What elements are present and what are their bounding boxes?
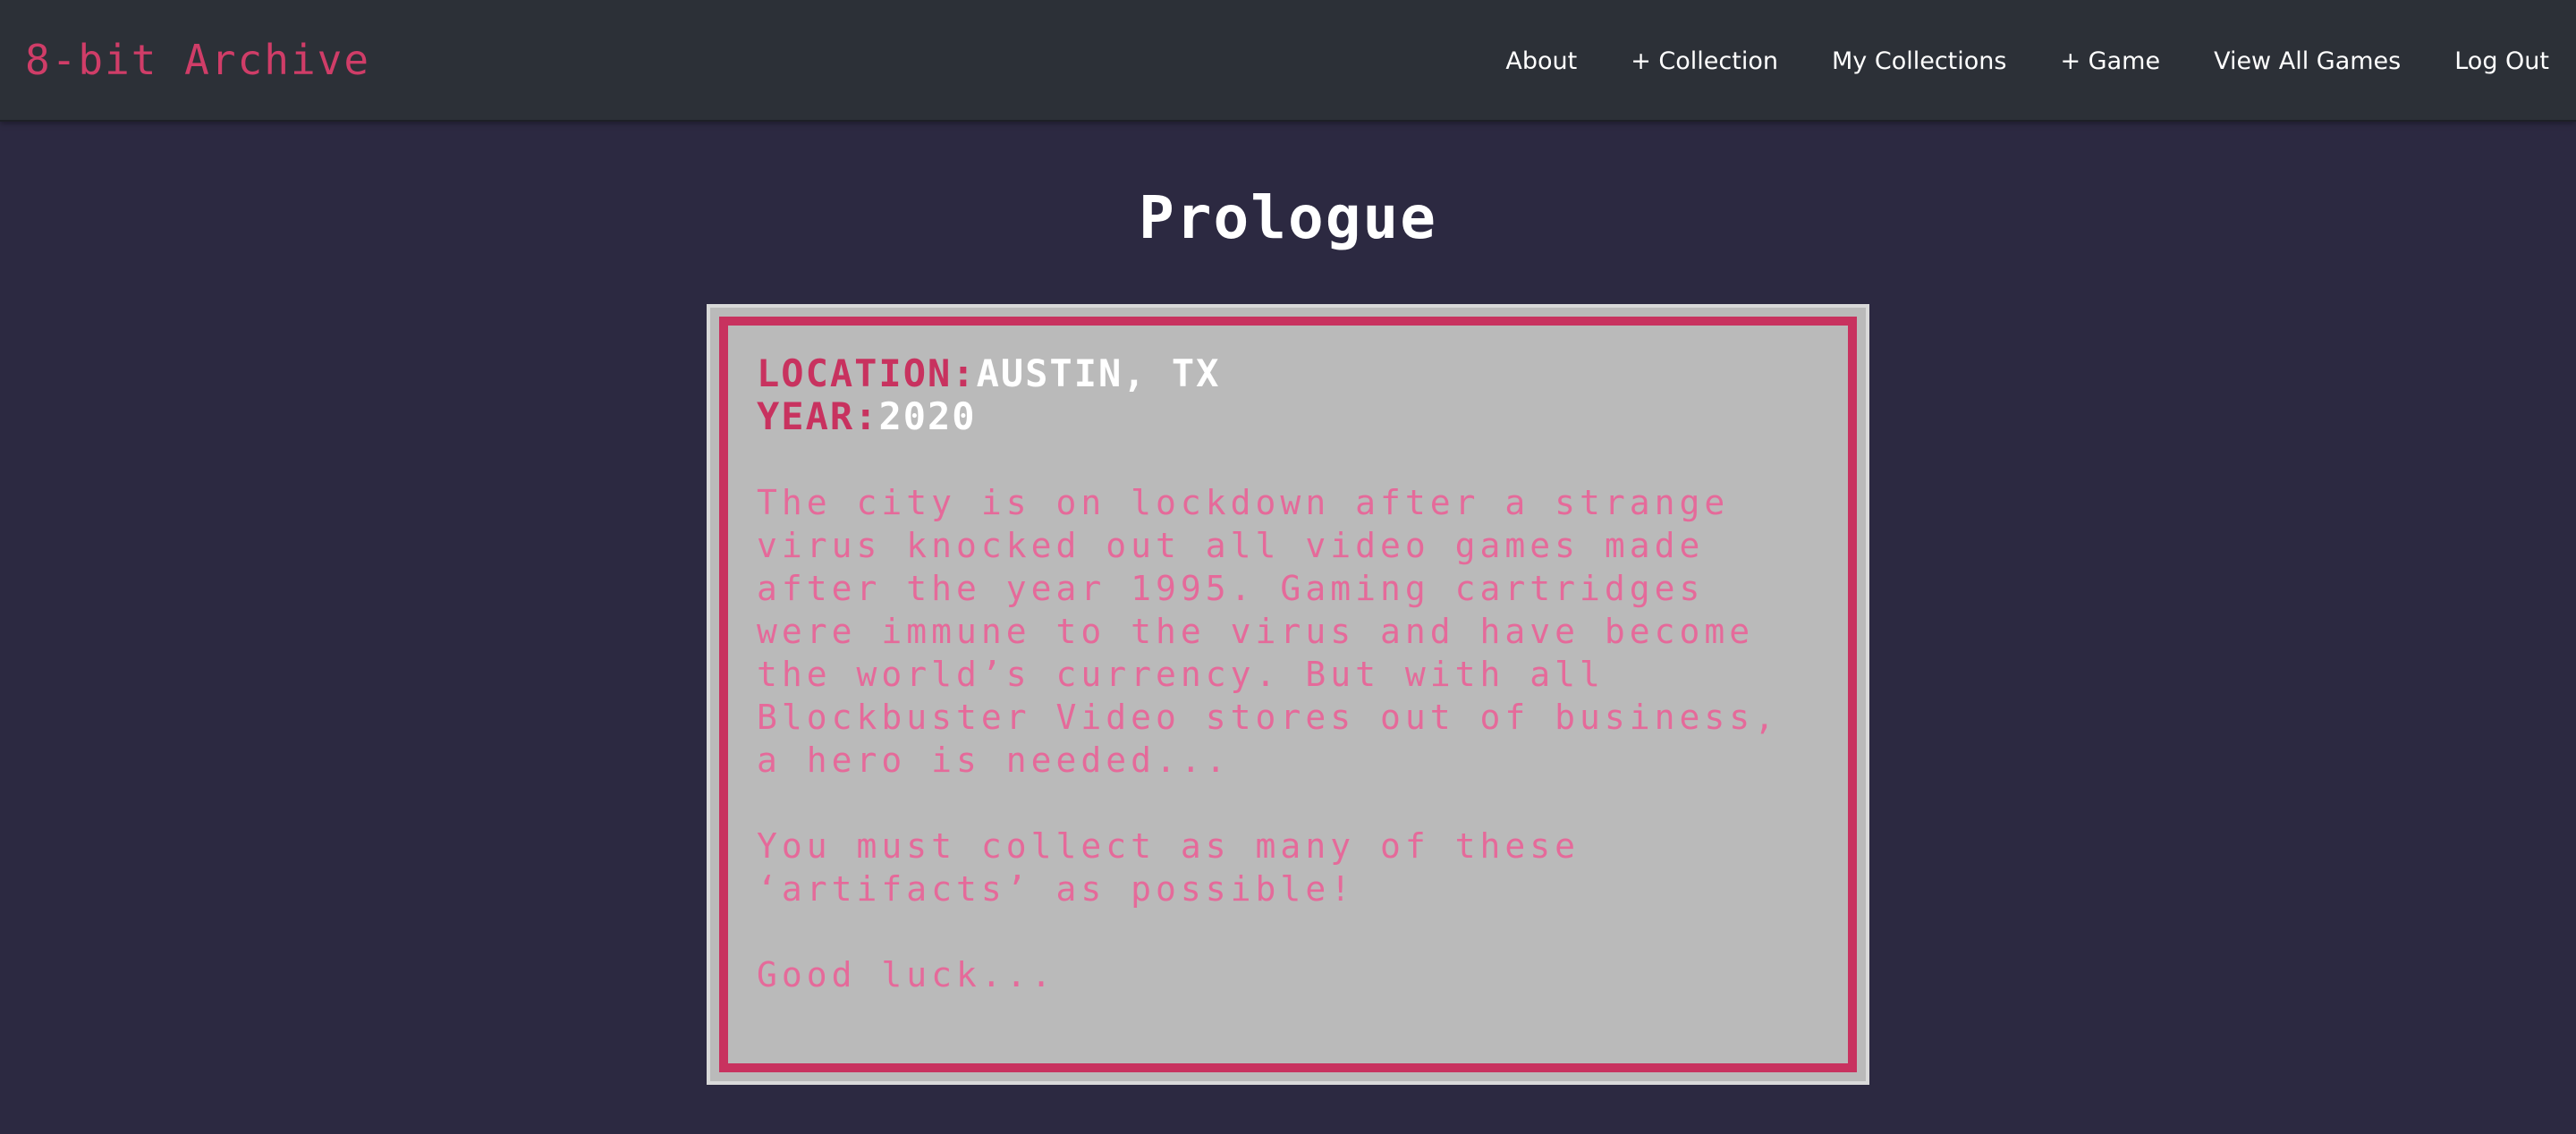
prologue-card-border: LOCATION:AUSTIN, TX YEAR:2020 The city i… — [719, 317, 1857, 1072]
navbar: 8-bit Archive About + Collection My Coll… — [0, 0, 2576, 122]
nav-link-my-collections[interactable]: My Collections — [1832, 47, 2006, 75]
nav-link-add-game[interactable]: + Game — [2060, 47, 2160, 75]
year-label: YEAR: — [757, 394, 879, 438]
year-line: YEAR:2020 — [757, 395, 1819, 438]
story-paragraph-farewell: Good luck... — [757, 955, 1056, 994]
nav-link-log-out[interactable]: Log Out — [2454, 47, 2549, 75]
year-value: 2020 — [878, 394, 977, 438]
nav-link-view-all-games[interactable]: View All Games — [2214, 47, 2401, 75]
page-title: Prologue — [1139, 183, 1437, 252]
story-paragraph-intro: The city is on lockdown after a strange … — [757, 483, 1779, 780]
nav-links: About + Collection My Collections + Game… — [1505, 0, 2549, 122]
location-line: LOCATION:AUSTIN, TX — [757, 352, 1819, 395]
brand-logo-link[interactable]: 8-bit Archive — [25, 36, 370, 84]
nav-link-add-collection[interactable]: + Collection — [1631, 47, 1778, 75]
location-label: LOCATION: — [757, 351, 977, 395]
story-paragraph-mission: You must collect as many of these ‘artif… — [757, 826, 1580, 909]
location-value: AUSTIN, TX — [976, 351, 1221, 395]
prologue-card: LOCATION:AUSTIN, TX YEAR:2020 The city i… — [707, 304, 1869, 1085]
nav-link-about[interactable]: About — [1505, 47, 1577, 75]
